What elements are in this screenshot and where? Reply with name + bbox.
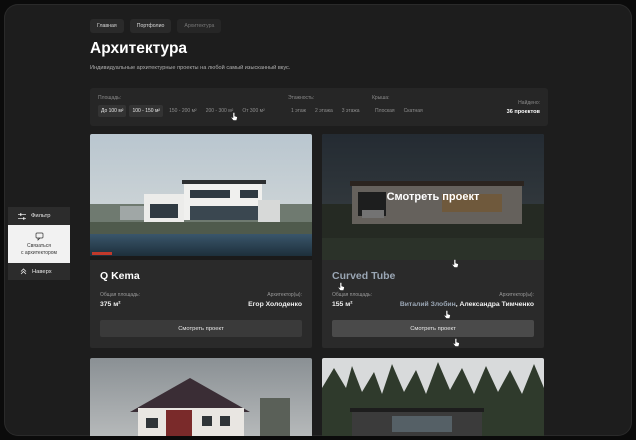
filter-bar: Площадь: До 100 м² 100 - 150 м² 150 - 20… [90, 88, 548, 126]
results-count-label: Найдено: [518, 100, 540, 106]
filter-roof-group: Крыша: Плоская Скатная [372, 95, 426, 117]
architect-link[interactable]: Виталий Злобин [400, 301, 456, 308]
filter-area-option[interactable]: 150 - 200 м² [166, 105, 200, 117]
filter-floors-group: Этажность: 1 этаж 2 этажа 3 этажа [288, 95, 363, 117]
project-card[interactable] [90, 358, 312, 436]
app-window: Главная Портфолио Архитектура Архитектур… [4, 4, 632, 436]
project-image[interactable] [90, 134, 312, 260]
project-card[interactable]: Q Kema Общая площадь: 375 м² Архитектор(… [90, 134, 312, 348]
architect-label: Архитектор(ы): [267, 292, 302, 298]
view-project-button[interactable]: Смотреть проект [332, 320, 534, 337]
chevrons-up-icon [20, 268, 27, 275]
results-count-value: 36 проектов [506, 109, 540, 115]
breadcrumb-portfolio[interactable]: Портфолио [129, 19, 172, 33]
project-name[interactable]: Q Kema [100, 270, 140, 282]
filter-toggle-label: Фильтр [31, 213, 51, 219]
filter-roof-option[interactable]: Скатная [401, 105, 426, 117]
cursor-icon [452, 259, 459, 268]
breadcrumb-home[interactable]: Главная [90, 19, 124, 33]
cursor-icon [444, 310, 451, 319]
filter-floors-option[interactable]: 2 этажа [312, 105, 336, 117]
contact-label-line1: Связаться [27, 242, 51, 249]
filter-area-group: Площадь: До 100 м² 100 - 150 м² 150 - 20… [98, 95, 268, 117]
image-hover-overlay[interactable]: Смотреть проект [322, 134, 544, 260]
filter-roof-label: Крыша: [372, 95, 390, 101]
side-panel: Фильтр Связаться с архитектором Наверх [8, 207, 70, 280]
area-label: Общая площадь: [332, 292, 373, 298]
sliders-icon [18, 212, 26, 220]
breadcrumb: Главная Портфолио Архитектура [90, 19, 222, 33]
architect-value: Виталий Злобин, Александра Тимченко [400, 301, 534, 308]
filter-floors-option[interactable]: 3 этажа [339, 105, 363, 117]
architect-link[interactable]: Александра Тимченко [459, 301, 534, 308]
area-value: 155 м² [332, 301, 353, 308]
breadcrumb-current: Архитектура [177, 19, 222, 33]
project-card[interactable]: Смотреть проект Curved Tube Общая площад… [322, 134, 544, 348]
house-render-image[interactable] [322, 358, 544, 436]
chat-icon [35, 232, 43, 241]
project-card[interactable] [322, 358, 544, 436]
page-subtitle: Индивидуальные архитектурные проекты на … [90, 65, 291, 71]
project-name[interactable]: Curved Tube [332, 270, 395, 282]
project-image[interactable]: Смотреть проект [322, 134, 544, 260]
filter-area-label: Площадь: [98, 95, 122, 101]
contact-label-line2: с архитектором [21, 249, 57, 256]
house-render-image[interactable] [90, 358, 312, 436]
results-count: Найдено: 36 проектов [507, 100, 540, 115]
filter-area-option[interactable]: От 300 м² [239, 105, 267, 117]
scroll-top-button[interactable]: Наверх [8, 263, 70, 280]
house-render-image [90, 134, 312, 260]
architect-label: Архитектор(ы): [499, 292, 534, 298]
architect-value[interactable]: Егор Холоденко [248, 301, 302, 308]
view-project-button[interactable]: Смотреть проект [100, 320, 302, 337]
cursor-icon [231, 112, 238, 121]
filter-roof-option[interactable]: Плоская [372, 105, 398, 117]
filter-toggle-button[interactable]: Фильтр [8, 207, 70, 225]
contact-architect-button[interactable]: Связаться с архитектором [8, 225, 70, 263]
overlay-label: Смотреть проект [386, 191, 480, 203]
area-label: Общая площадь: [100, 292, 141, 298]
filter-area-option[interactable]: 100 - 150 м² [129, 105, 164, 117]
filter-area-option[interactable]: До 100 м² [98, 105, 127, 117]
area-value: 375 м² [100, 301, 121, 308]
filter-floors-label: Этажность: [288, 95, 315, 101]
cursor-icon [453, 338, 460, 347]
cursor-icon [338, 282, 345, 291]
page-title: Архитектура [90, 40, 188, 57]
scroll-top-label: Наверх [32, 268, 52, 275]
filter-floors-option[interactable]: 1 этаж [288, 105, 309, 117]
